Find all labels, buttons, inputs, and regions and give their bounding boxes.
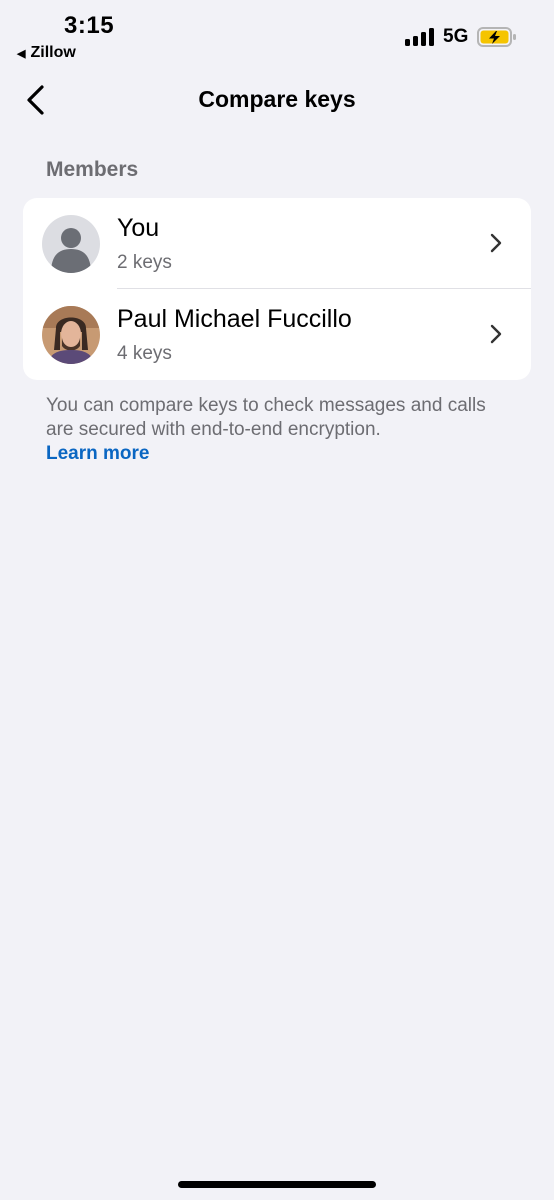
status-time: 3:15 — [64, 12, 115, 39]
member-key-count: 4 keys — [117, 343, 172, 364]
back-to-app-link[interactable]: ◀ Zillow — [17, 44, 76, 62]
member-row-you[interactable]: You 2 keys — [23, 198, 531, 289]
screen: 3:15 ◀ Zillow 5G Compare keys Members Yo… — [0, 0, 554, 1200]
cellular-signal-icon — [405, 28, 435, 46]
network-type: 5G — [443, 26, 469, 47]
member-name: Paul Michael Fuccillo — [117, 305, 352, 333]
back-app-label: Zillow — [30, 44, 76, 61]
default-avatar-icon — [42, 215, 100, 273]
status-bar: 3:15 ◀ Zillow 5G — [0, 0, 554, 70]
member-row-paul[interactable]: Paul Michael Fuccillo 4 keys — [23, 289, 531, 380]
profile-photo — [42, 306, 100, 364]
learn-more-link[interactable]: Learn more — [46, 442, 516, 466]
member-key-count: 2 keys — [117, 252, 172, 273]
page-title: Compare keys — [198, 86, 356, 112]
members-list: You 2 keys Paul Michael Fuccillo 4 keys — [23, 198, 531, 380]
back-triangle-icon: ◀ — [17, 47, 26, 60]
encryption-info: You can compare keys to check messages a… — [46, 394, 516, 466]
navigation-bar: Compare keys — [0, 78, 554, 122]
members-section-header: Members — [46, 158, 139, 181]
encryption-info-text: You can compare keys to check messages a… — [46, 395, 486, 440]
home-indicator[interactable] — [178, 1181, 376, 1188]
chevron-right-icon — [490, 324, 502, 344]
battery-charging-icon — [477, 27, 516, 47]
member-name: You — [117, 214, 160, 242]
chevron-right-icon — [490, 233, 502, 253]
